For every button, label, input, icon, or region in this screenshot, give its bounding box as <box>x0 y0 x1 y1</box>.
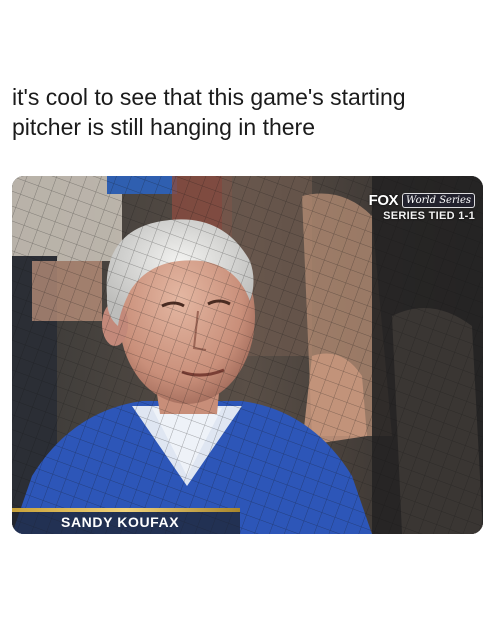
broadcast-still: FOX World Series SERIES TIED 1-1 SANDY K… <box>12 176 483 534</box>
caption-line-2: pitcher is still hanging in there <box>12 114 315 140</box>
lower-third-graphic: SANDY KOUFAX <box>12 508 242 534</box>
series-status: SERIES TIED 1-1 <box>383 210 475 222</box>
broadcast-score-bug: FOX World Series SERIES TIED 1-1 <box>369 192 475 222</box>
world-series-logo: World Series <box>402 193 475 208</box>
lower-third-name: SANDY KOUFAX <box>61 514 180 530</box>
broadcast-scene <box>12 176 483 534</box>
caption-line-1: it's cool to see that this game's starti… <box>12 84 406 110</box>
post-caption: it's cool to see that this game's starti… <box>12 82 482 142</box>
fox-logo: FOX <box>368 192 399 209</box>
